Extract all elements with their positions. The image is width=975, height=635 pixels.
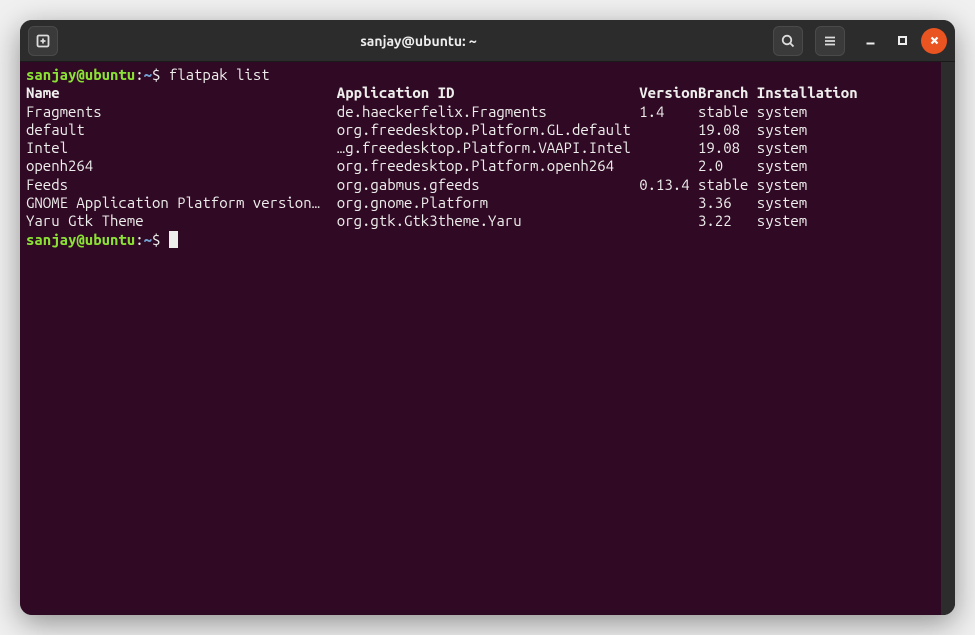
terminal-window: sanjay@ubuntu: ~ sanjay@ubuntu:~$ flatpa…: [20, 20, 955, 615]
menu-button[interactable]: [815, 26, 845, 56]
output-row: Yaru Gtk Theme org.gtk.Gtk3theme.Yaru 3.…: [26, 212, 935, 230]
output-row: Fragments de.haeckerfelix.Fragments 1.4 …: [26, 103, 935, 121]
terminal-body[interactable]: sanjay@ubuntu:~$ flatpak listName Applic…: [20, 62, 955, 615]
titlebar: sanjay@ubuntu: ~: [20, 20, 955, 62]
prompt-line: sanjay@ubuntu:~$: [26, 231, 935, 249]
minimize-icon: [865, 35, 876, 46]
command-text: flatpak list: [169, 66, 270, 83]
new-tab-button[interactable]: [28, 26, 58, 56]
close-button[interactable]: [921, 28, 947, 54]
window-title: sanjay@ubuntu: ~: [64, 33, 773, 49]
search-icon: [780, 33, 796, 49]
minimize-button[interactable]: [857, 28, 883, 54]
output-row: default org.freedesktop.Platform.GL.defa…: [26, 121, 935, 139]
close-icon: [929, 35, 940, 46]
prompt-line: sanjay@ubuntu:~$ flatpak list: [26, 66, 935, 84]
maximize-icon: [897, 35, 908, 46]
cursor: [169, 231, 178, 248]
output-row: Feeds org.gabmus.gfeeds 0.13.4 stable sy…: [26, 176, 935, 194]
output-header: Name Application ID VersionBranch Instal…: [26, 84, 935, 102]
output-row: openh264 org.freedesktop.Platform.openh2…: [26, 157, 935, 175]
output-row: GNOME Application Platform version… org.…: [26, 194, 935, 212]
maximize-button[interactable]: [889, 28, 915, 54]
search-button[interactable]: [773, 26, 803, 56]
new-tab-icon: [35, 33, 51, 49]
hamburger-icon: [822, 33, 838, 49]
output-row: Intel …g.freedesktop.Platform.VAAPI.Inte…: [26, 139, 935, 157]
